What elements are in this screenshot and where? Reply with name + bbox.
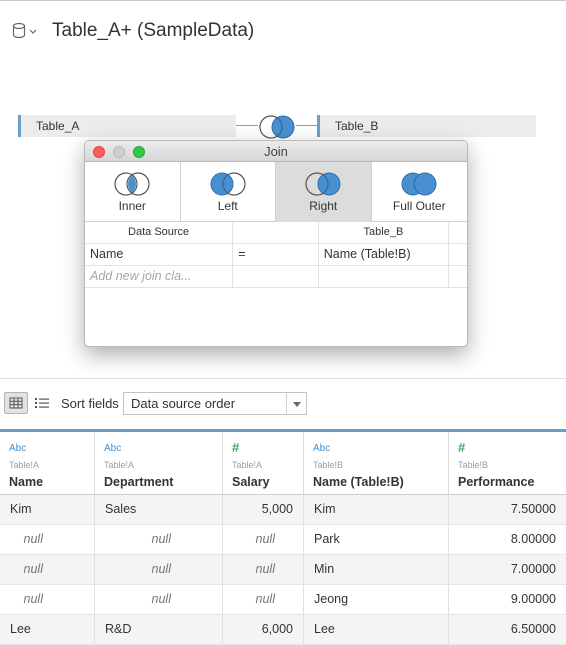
- table-cell: null: [95, 555, 223, 584]
- table-cell: null: [95, 585, 223, 614]
- table-cell: 7.50000: [510, 502, 556, 516]
- column-source: Table!A: [104, 460, 135, 470]
- column-source: Table!B: [313, 460, 344, 470]
- table-cell: null: [0, 525, 95, 554]
- table-cell: null: [0, 585, 95, 614]
- table-b-pill[interactable]: Table_B: [317, 115, 536, 137]
- operator-header: [233, 222, 319, 243]
- add-join-clause-row[interactable]: Add new join cla...: [85, 266, 467, 288]
- join-type-label: Full Outer: [392, 199, 446, 213]
- table-cell: 5,000: [223, 495, 304, 524]
- table-a-pill[interactable]: Table_A: [18, 115, 236, 137]
- table-cell: R&D: [95, 615, 223, 644]
- join-clause-row[interactable]: Name = Name (Table!B): [85, 244, 467, 266]
- right-join-icon[interactable]: [257, 114, 297, 140]
- list-view-icon[interactable]: [34, 395, 50, 411]
- join-type-right[interactable]: Right: [276, 162, 372, 222]
- toolbar-divider: [0, 378, 566, 379]
- dialog-titlebar[interactable]: Join: [85, 141, 467, 162]
- table-row: null null null Min 7.00000: [0, 555, 566, 585]
- table-row: null null null Jeong 9.00000: [0, 585, 566, 615]
- chevron-down-icon[interactable]: [286, 393, 306, 414]
- sort-fields-dropdown[interactable]: Data source order: [123, 392, 307, 415]
- table-cell: 8.00000: [510, 532, 556, 546]
- table-cell: null: [95, 525, 223, 554]
- table-cell: null: [223, 555, 304, 584]
- column-header[interactable]: # Table!B Performance: [449, 432, 566, 494]
- string-type-icon[interactable]: Abc: [9, 443, 26, 454]
- table-cell: Kim: [304, 495, 449, 524]
- table-cell: 7.00000: [510, 562, 556, 576]
- join-type-inner[interactable]: Inner: [85, 162, 181, 222]
- left-join-icon: [210, 172, 246, 196]
- table-cell: 9.00000: [510, 592, 556, 606]
- right-source-header: Table_B: [319, 222, 450, 243]
- grid-view-button[interactable]: [4, 392, 28, 414]
- data-source-title[interactable]: Table_A+ (SampleData): [52, 20, 254, 42]
- column-name[interactable]: Salary: [232, 475, 270, 489]
- table-cell: null: [0, 555, 95, 584]
- grid-body: Kim Sales 5,000 Kim 7.50000 null null nu…: [0, 495, 566, 645]
- column-header[interactable]: # Table!A Salary: [223, 432, 304, 494]
- dialog-title: Join: [264, 144, 288, 159]
- join-type-left[interactable]: Left: [181, 162, 276, 222]
- full-outer-join-icon: [401, 172, 437, 196]
- join-clause-table: Data Source Table_B Name = Name (Table!B…: [85, 222, 467, 288]
- table-cell: Lee: [0, 615, 95, 644]
- join-connector-right: [296, 125, 317, 126]
- table-row: Lee R&D 6,000 Lee 6.50000: [0, 615, 566, 645]
- grid-header: Abc Table!A Name Abc Table!A Department …: [0, 429, 566, 495]
- string-type-icon[interactable]: Abc: [313, 443, 330, 454]
- inner-join-icon: [114, 172, 150, 196]
- column-source: Table!A: [232, 460, 263, 470]
- left-source-header: Data Source: [85, 222, 234, 243]
- right-field[interactable]: Name (Table!B): [319, 244, 450, 265]
- table-cell: Kim: [0, 495, 95, 524]
- sort-fields-label: Sort fields: [61, 396, 119, 411]
- table-cell: null: [223, 585, 304, 614]
- column-name[interactable]: Name: [9, 475, 43, 489]
- join-type-label: Right: [309, 199, 338, 213]
- left-field[interactable]: Name: [85, 244, 234, 265]
- table-cell: 6.50000: [510, 622, 556, 636]
- grid-view-icon: [9, 397, 23, 409]
- column-header[interactable]: Abc Table!A Name: [0, 432, 95, 494]
- column-name[interactable]: Name (Table!B): [313, 475, 404, 489]
- string-type-icon[interactable]: Abc: [104, 443, 121, 454]
- table-cell: null: [223, 525, 304, 554]
- join-operator[interactable]: =: [233, 244, 319, 265]
- table-cell: Jeong: [304, 585, 449, 614]
- join-type-selector: Inner Left Right Full Outer: [85, 162, 467, 222]
- number-type-icon[interactable]: #: [458, 440, 465, 455]
- column-name[interactable]: Performance: [458, 475, 534, 489]
- table-row: Kim Sales 5,000 Kim 7.50000: [0, 495, 566, 525]
- table-cell: Min: [304, 555, 449, 584]
- column-header[interactable]: Abc Table!B Name (Table!B): [304, 432, 449, 494]
- join-type-full-outer[interactable]: Full Outer: [372, 162, 468, 222]
- right-join-icon: [305, 172, 341, 196]
- add-join-clause[interactable]: Add new join cla...: [85, 266, 234, 287]
- join-connector-left: [236, 125, 258, 126]
- column-name[interactable]: Department: [104, 475, 173, 489]
- database-icon[interactable]: [12, 22, 38, 40]
- data-grid: Abc Table!A Name Abc Table!A Department …: [0, 429, 566, 645]
- number-type-icon[interactable]: #: [232, 440, 239, 455]
- table-cell: Lee: [304, 615, 449, 644]
- join-type-label: Left: [217, 199, 238, 213]
- join-type-label: Inner: [118, 199, 146, 213]
- join-clause-header: Data Source Table_B: [85, 222, 467, 244]
- column-header[interactable]: Abc Table!A Department: [95, 432, 223, 494]
- sort-fields-value: Data source order: [131, 396, 236, 411]
- table-cell: Sales: [95, 495, 223, 524]
- column-source: Table!B: [458, 460, 489, 470]
- table-cell: 6,000: [223, 615, 304, 644]
- table-cell: Park: [304, 525, 449, 554]
- join-dialog: Join Inner Left Right Full Outer Data So…: [84, 140, 468, 347]
- column-source: Table!A: [9, 460, 40, 470]
- top-divider: [0, 0, 566, 1]
- table-row: null null null Park 8.00000: [0, 525, 566, 555]
